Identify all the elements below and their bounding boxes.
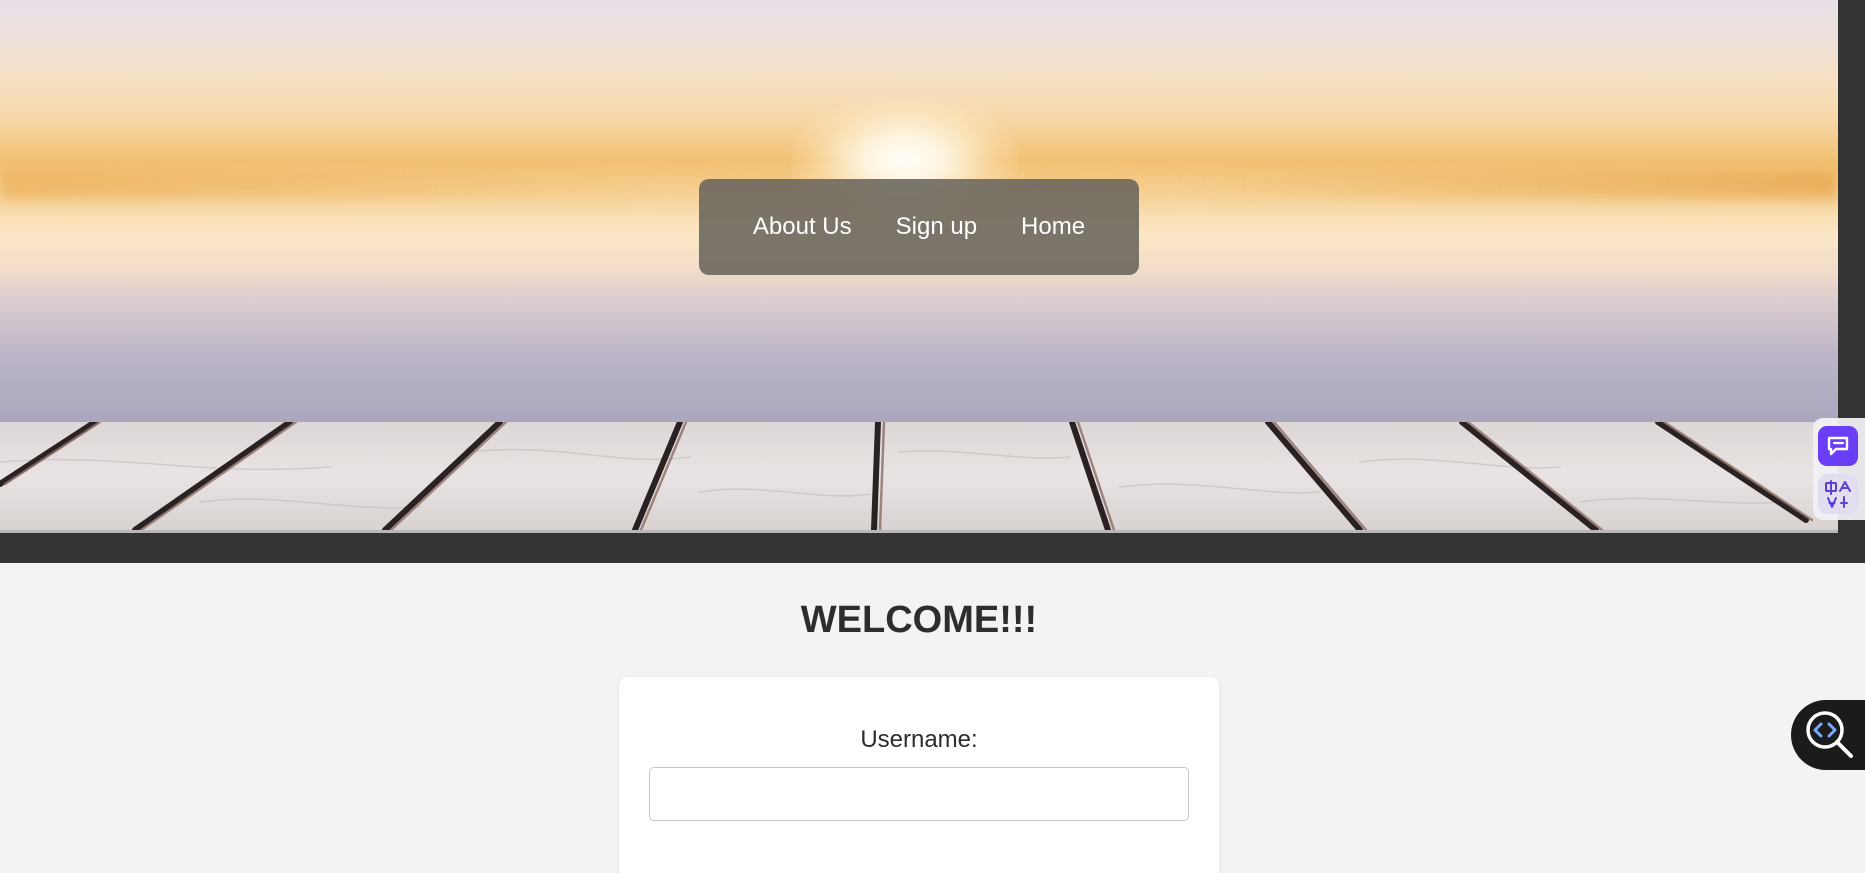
username-input[interactable] (649, 767, 1189, 821)
code-search-icon[interactable] (1791, 700, 1865, 770)
page-title: WELCOME!!! (800, 599, 1038, 641)
nav-link-about-us[interactable]: About Us (731, 179, 874, 275)
chat-bubble-glyph (1827, 436, 1849, 456)
wooden-deck-image (0, 422, 1838, 530)
main-navigation: About Us Sign up Home (699, 179, 1139, 275)
translate-glyph (1825, 480, 1851, 508)
hero-banner: About Us Sign up Home (0, 0, 1865, 563)
translate-icon[interactable] (1818, 474, 1858, 514)
code-magnifier-glyph (1806, 711, 1853, 758)
nav-link-home[interactable]: Home (999, 179, 1107, 275)
deck-edge (0, 530, 1838, 533)
chat-bubble-icon[interactable] (1818, 426, 1858, 466)
page: About Us Sign up Home WELCOME!!! Usernam… (0, 0, 1865, 873)
login-form-card: Username: (619, 677, 1219, 873)
username-label: Username: (860, 726, 978, 753)
nav-link-sign-up[interactable]: Sign up (874, 179, 999, 275)
deck-planks (0, 422, 1814, 530)
